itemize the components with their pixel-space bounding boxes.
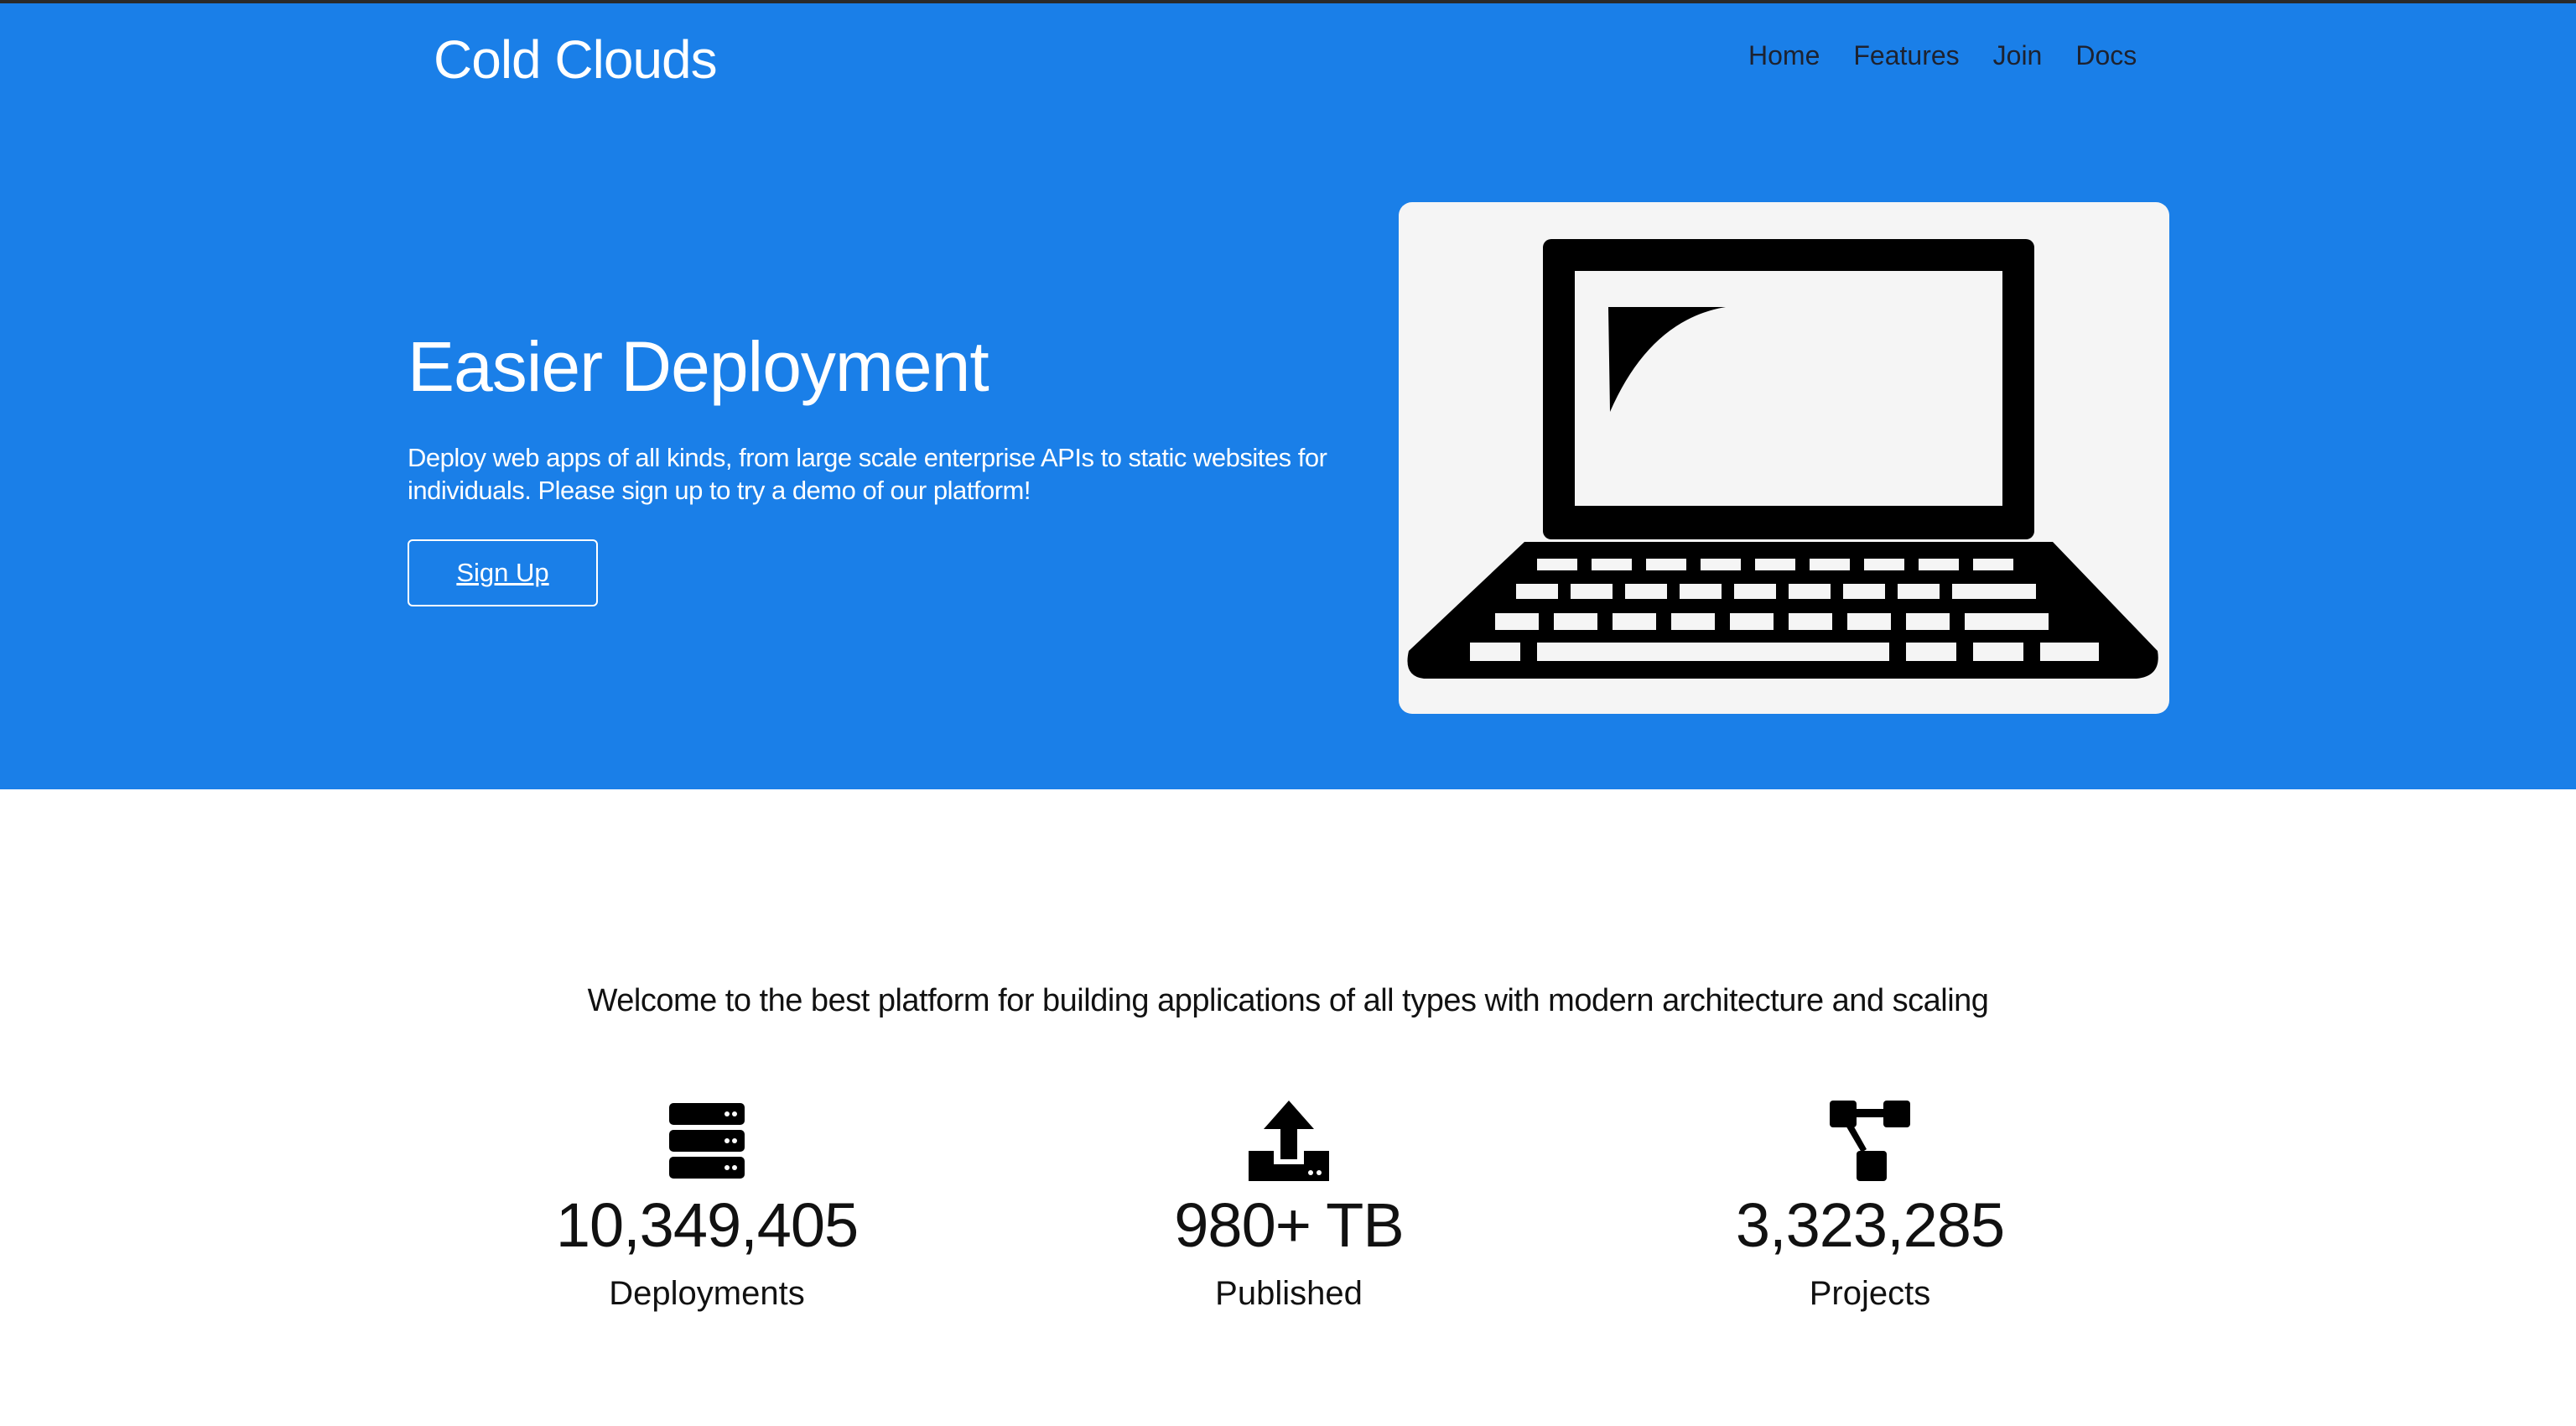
main-nav: Home Features Join Docs bbox=[1748, 40, 2137, 71]
stat-label: Published bbox=[1215, 1275, 1363, 1312]
upload-icon bbox=[1249, 1101, 1329, 1181]
hero-description: Deploy web apps of all kinds, from large… bbox=[408, 443, 1327, 505]
nav-features[interactable]: Features bbox=[1853, 40, 1959, 71]
sitemap-icon bbox=[1830, 1101, 1910, 1181]
stat-value: 10,349,405 bbox=[555, 1190, 859, 1260]
stat-label: Deployments bbox=[609, 1275, 805, 1312]
sign-up-button[interactable]: Sign Up bbox=[408, 539, 598, 606]
stat-deployments: 10,349,405 Deployments bbox=[455, 1099, 958, 1313]
stat-projects: 3,323,285 Projects bbox=[1618, 1099, 2122, 1313]
site-logo[interactable]: Cold Clouds bbox=[434, 29, 718, 91]
laptop-icon bbox=[1407, 239, 2158, 679]
stat-value: 3,323,285 bbox=[1735, 1190, 2005, 1260]
nav-docs[interactable]: Docs bbox=[2075, 40, 2137, 71]
hero-image-card bbox=[1399, 202, 2169, 714]
hero-title: Easier Deployment bbox=[408, 327, 989, 406]
welcome-text: Welcome to the best platform for buildin… bbox=[587, 983, 1989, 1018]
stat-value: 980+ TB bbox=[1174, 1190, 1404, 1260]
stat-label: Projects bbox=[1809, 1275, 1931, 1312]
hero-section: Cold Clouds Home Features Join Docs Easi… bbox=[0, 3, 2576, 789]
server-icon bbox=[669, 1103, 745, 1179]
stat-published: 980+ TB Published bbox=[1037, 1099, 1540, 1313]
nav-home[interactable]: Home bbox=[1748, 40, 1820, 71]
nav-join[interactable]: Join bbox=[1993, 40, 2043, 71]
